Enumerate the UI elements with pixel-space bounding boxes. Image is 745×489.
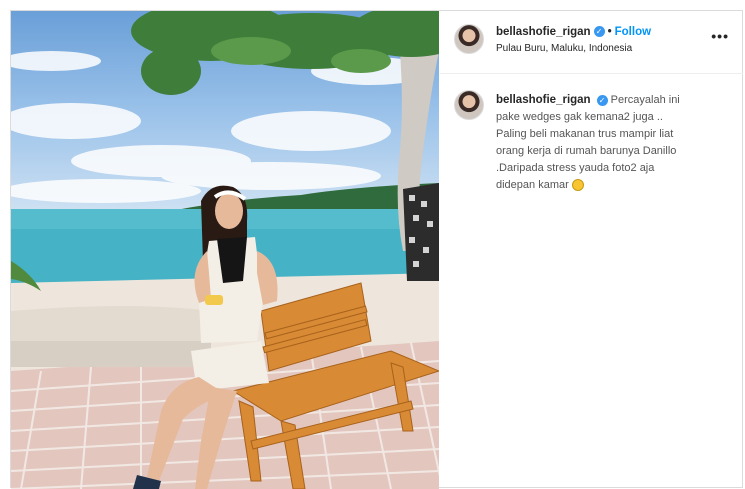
post-header: bellashofie_rigan ✓ • Follow Pulau Buru, Ma… [440,11,743,74]
verified-badge-icon: ✓ [593,26,605,38]
caption-line-2: pake wedges gak kemana2 juga .. [496,111,663,123]
header-username[interactable]: bellashofie_rigan [496,26,591,38]
caption-line-6: didepan kamar [496,179,569,191]
verified-badge-icon: ✓ [596,94,608,106]
caption-line-4: orang kerja di rumah barunya Danillo [496,145,677,157]
ellipsis-icon[interactable]: ••• [711,28,729,44]
post-caption: bellashofie_rigan ✓ Percayalah ini pake w… [496,92,721,194]
location-link[interactable]: Pulau Buru, Maluku, Indonesia [496,43,632,54]
grinning-face-emoji-icon [571,179,584,192]
caption-username[interactable]: bellashofie_rigan [496,94,591,106]
caption-line-1: Percayalah ini [610,94,680,106]
follow-button[interactable]: Follow [615,26,651,38]
header-avatar[interactable] [454,24,484,54]
caption-line-3: Paling beli makanan trus mampir liat [496,128,674,140]
caption-avatar[interactable] [454,90,484,120]
post-photo[interactable] [11,11,439,489]
caption-line-6-wrap: didepan kamar [496,177,721,194]
post-side-panel: bellashofie_rigan ✓ • Follow Pulau Buru, Ma… [440,11,743,489]
header-separator: • [607,26,612,38]
caption-line-5: .Daripada stress yauda foto2 aja [496,162,655,174]
header-title-line: bellashofie_rigan ✓ • Follow [496,26,651,38]
beach-scene [11,11,439,489]
instagram-post: bellashofie_rigan ✓ • Follow Pulau Buru, Ma… [10,10,743,489]
